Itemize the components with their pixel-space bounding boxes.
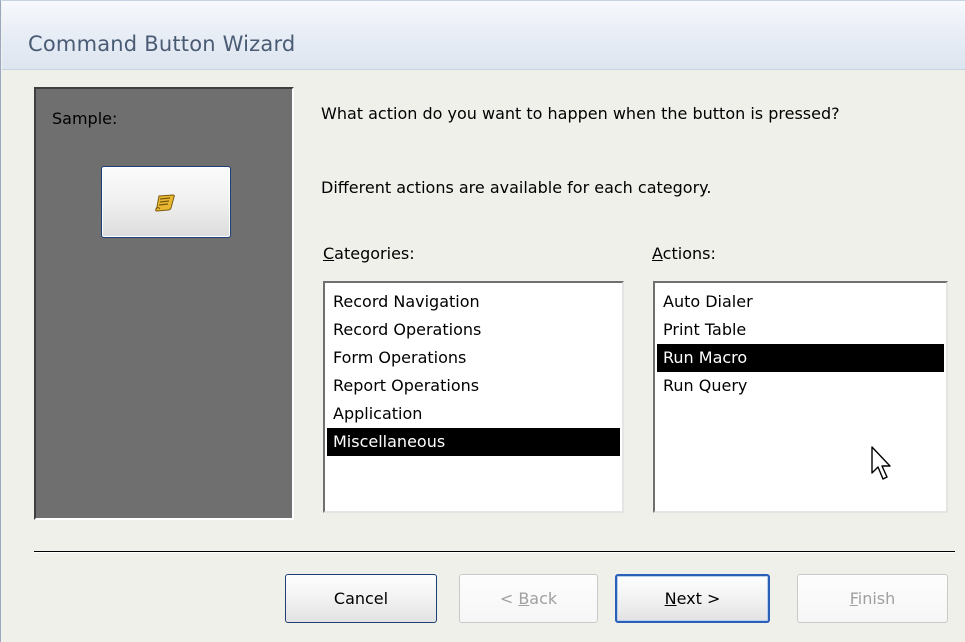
dialog-title: Command Button Wizard [28,32,296,56]
command-button-wizard-dialog: Command Button Wizard Sample: What actio… [0,0,965,642]
list-item[interactable]: Print Table [657,316,944,344]
question-text: What action do you want to happen when t… [321,104,840,123]
macro-scroll-icon [155,194,175,212]
list-item[interactable]: Auto Dialer [657,288,944,316]
actions-label: Actions: [652,244,716,263]
sample-button-preview [101,166,231,238]
list-item[interactable]: Record Navigation [327,288,620,316]
mouse-pointer-icon [871,446,891,480]
back-button[interactable]: < Back [459,574,598,623]
list-item[interactable]: Record Operations [327,316,620,344]
title-bar: Command Button Wizard [2,0,965,70]
actions-listbox[interactable]: Auto Dialer Print Table Run Macro Run Qu… [653,281,948,513]
list-item[interactable]: Form Operations [327,344,620,372]
instruction-text: Different actions are available for each… [321,178,712,197]
list-item[interactable]: Application [327,400,620,428]
cancel-button[interactable]: Cancel [285,574,437,623]
button-divider [34,551,955,553]
list-item[interactable]: Report Operations [327,372,620,400]
list-item-selected[interactable]: Run Macro [657,344,944,372]
finish-button[interactable]: Finish [797,574,948,623]
categories-label: Categories: [323,244,415,263]
next-button[interactable]: Next > [615,574,770,623]
sample-label: Sample: [52,109,118,128]
sample-panel: Sample: [34,87,294,520]
list-item-selected[interactable]: Miscellaneous [327,428,620,456]
list-item[interactable]: Run Query [657,372,944,400]
categories-listbox[interactable]: Record Navigation Record Operations Form… [323,281,624,513]
